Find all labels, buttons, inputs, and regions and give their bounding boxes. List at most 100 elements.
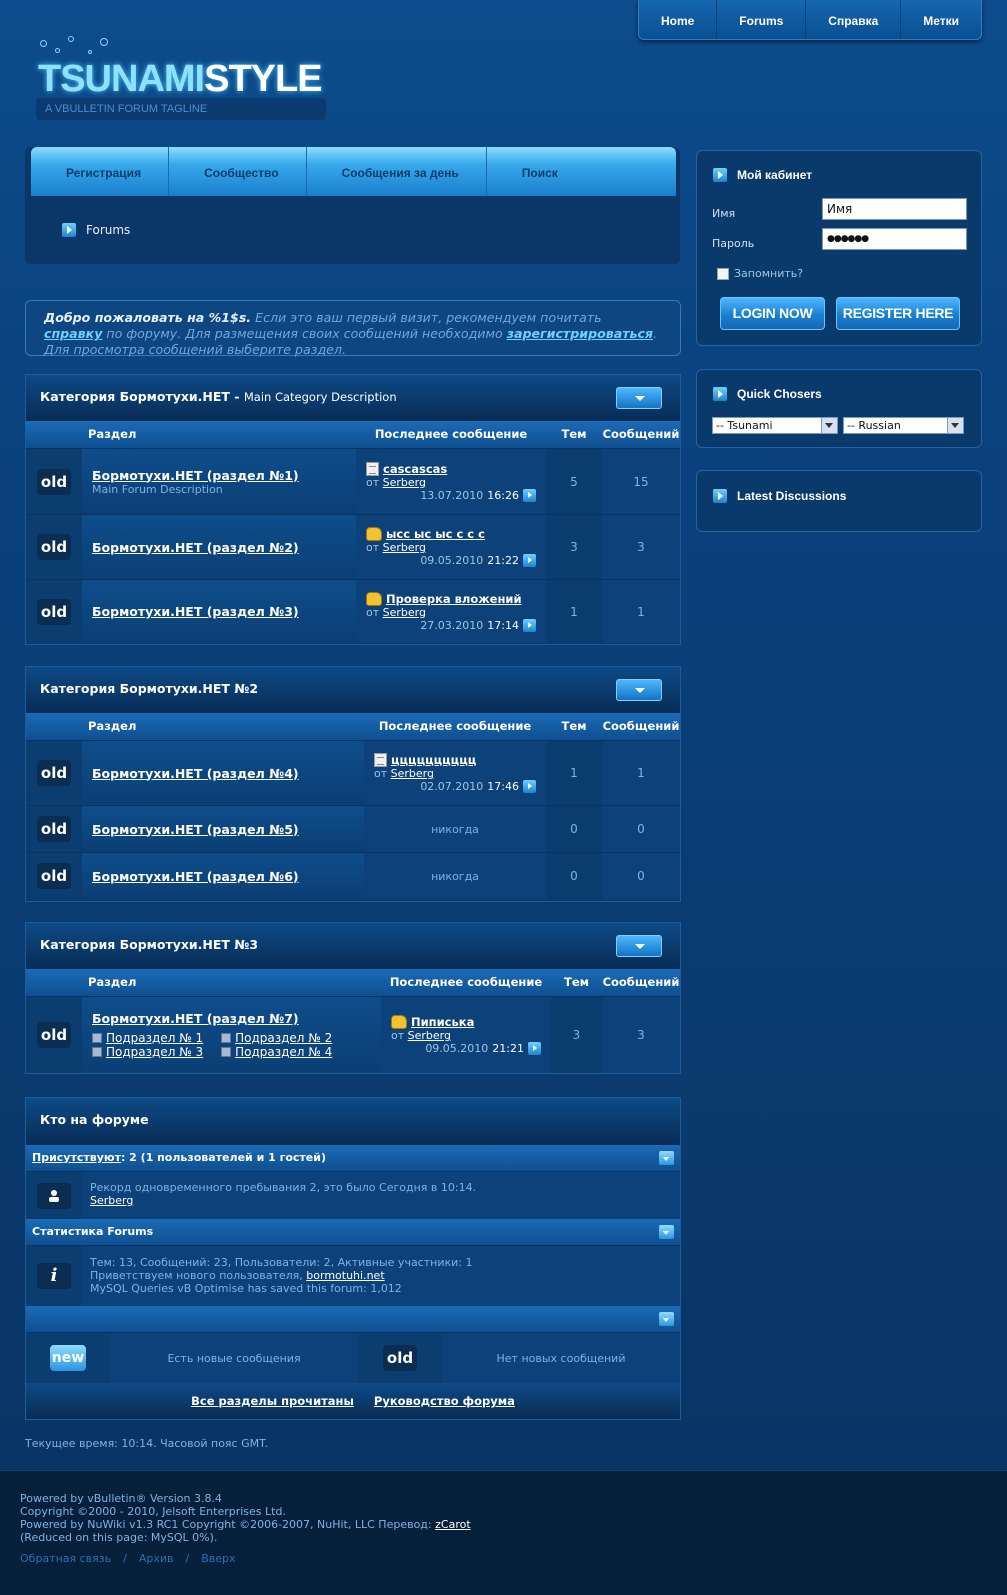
logo-bubble: [40, 40, 47, 47]
username-label: Имя: [712, 207, 736, 220]
online-record-row: Рекорд одновременного пребывания 2, это …: [26, 1171, 680, 1219]
old-posts-icon: old: [37, 1022, 71, 1048]
category-3: Категория Бормотухи.НЕТ №3 Раздел Послед…: [25, 922, 681, 1074]
col-threads: Тем: [561, 427, 587, 441]
forum-link[interactable]: Бормотухи.НЕТ (раздел №7): [92, 1011, 381, 1026]
info-icon-cell: i: [26, 1246, 82, 1306]
latest-discussions-panel: Latest Discussions: [696, 470, 982, 532]
subforum-link[interactable]: Подраздел № 2: [221, 1031, 332, 1045]
mark-all-read-link[interactable]: Все разделы прочитаны: [191, 1394, 354, 1408]
breadcrumb: Forums: [62, 223, 130, 237]
collapse-button[interactable]: [616, 935, 662, 957]
breadcrumb-forums[interactable]: Forums: [86, 223, 130, 237]
logo-part2: STYLE: [204, 58, 322, 100]
last-post-user[interactable]: Serberg: [391, 767, 434, 780]
last-post-user[interactable]: Serberg: [383, 541, 426, 554]
forum-guide-link[interactable]: Руководство форума: [374, 1394, 515, 1408]
forum-link[interactable]: Бормотухи.НЕТ (раздел №4): [92, 766, 364, 781]
archive-link[interactable]: Архив: [139, 1552, 174, 1565]
forum-link[interactable]: Бормотухи.НЕТ (раздел №1): [92, 468, 356, 483]
category-title[interactable]: Категория Бормотухи.НЕТ №3: [40, 937, 258, 952]
cabinet-title: Мой кабинет: [737, 168, 813, 182]
top-link[interactable]: Вверх: [201, 1552, 235, 1565]
old-posts-icon: old: [383, 1345, 417, 1371]
forum-link[interactable]: Бормотухи.НЕТ (раздел №6): [92, 869, 364, 884]
last-post-title[interactable]: цццццццццц: [391, 753, 476, 767]
thumbs-up-icon: [391, 1015, 407, 1029]
category-title[interactable]: Категория Бормотухи.НЕТ: [40, 389, 230, 404]
register-link[interactable]: зарегистрироваться: [507, 326, 653, 341]
topnav-home[interactable]: Home: [639, 0, 718, 39]
forum-link[interactable]: Бормотухи.НЕТ (раздел №5): [92, 822, 364, 837]
category-title[interactable]: Категория Бормотухи.НЕТ №2: [40, 681, 258, 696]
last-post-title[interactable]: Проверка вложений: [386, 592, 522, 606]
forum-link[interactable]: Бормотухи.НЕТ (раздел №2): [92, 540, 356, 555]
subforum-link[interactable]: Подраздел № 4: [221, 1045, 332, 1059]
old-posts-icon: old: [37, 468, 71, 495]
collapse-button[interactable]: [616, 387, 662, 409]
collapse-button[interactable]: [616, 679, 662, 701]
user-icon: [37, 1182, 71, 1209]
register-button[interactable]: REGISTER HERE: [836, 297, 960, 330]
nav-search[interactable]: Поиск: [487, 147, 585, 196]
go-to-post-icon[interactable]: [523, 488, 536, 502]
record-user-link[interactable]: Serberg: [90, 1194, 133, 1207]
nav-todays-posts[interactable]: Сообщения за день: [307, 147, 487, 196]
logo-bubble: [55, 48, 60, 53]
go-to-post-icon[interactable]: [523, 780, 536, 793]
last-post-date: 09.05.2010: [425, 1042, 489, 1055]
subforum-link[interactable]: Подраздел № 1: [92, 1031, 203, 1045]
style-select[interactable]: -- Tsunami: [712, 417, 838, 434]
welcome-message: Добро пожаловать на %1$s. Если это ваш п…: [25, 300, 681, 357]
last-post: cascascas от Serberg 13.07.2010 16:26: [356, 449, 546, 514]
remember-checkbox[interactable]: [717, 268, 729, 280]
language-select[interactable]: -- Russian: [843, 417, 964, 434]
forum-status: old: [26, 515, 82, 579]
stats-line-2: Приветствуем нового пользователя,: [90, 1269, 307, 1282]
topnav-forums[interactable]: Forums: [717, 0, 807, 39]
last-post: Пиписька от Serberg 09.05.2010 21:21: [381, 997, 551, 1073]
last-post-user[interactable]: Serberg: [383, 606, 426, 619]
topnav-help[interactable]: Справка: [806, 0, 902, 39]
site-logo[interactable]: TSUNAMISTYLE: [38, 58, 323, 101]
help-link[interactable]: справку: [44, 326, 102, 341]
post-count: 15: [602, 449, 680, 514]
stats-bar: Статистика Forums: [26, 1219, 680, 1245]
password-input[interactable]: ●●●●●●: [822, 228, 967, 250]
online-record: Рекорд одновременного пребывания 2, это …: [90, 1181, 477, 1194]
quick-chosers-panel: Quick Chosers -- Tsunami -- Russian: [696, 369, 982, 448]
newest-user-link[interactable]: bormotuhi.net: [306, 1269, 384, 1282]
collapse-icon[interactable]: [659, 1151, 674, 1165]
forum-link[interactable]: Бормотухи.НЕТ (раздел №3): [92, 604, 356, 619]
collapse-icon[interactable]: [659, 1312, 674, 1326]
forum-status: old: [26, 806, 82, 852]
collapse-icon[interactable]: [659, 1225, 674, 1239]
login-button[interactable]: LOGIN NOW: [720, 297, 825, 330]
style-select-value: -- Tsunami: [716, 419, 773, 432]
subforum-link[interactable]: Подраздел № 3: [92, 1045, 203, 1059]
translator-link[interactable]: zCarot: [435, 1518, 471, 1531]
password-label: Пароль: [712, 237, 755, 250]
post-count: 3: [602, 515, 680, 579]
current-time: Текущее время: 10:14. Часовой пояс GMT.: [25, 1437, 269, 1450]
nav-register[interactable]: Регистрация: [31, 147, 170, 196]
last-post: Проверка вложений от Serberg 27.03.2010 …: [356, 580, 546, 643]
last-post-title[interactable]: cascascas: [383, 462, 447, 476]
contact-link[interactable]: Обратная связь: [20, 1552, 111, 1565]
online-users-link[interactable]: Присутствуют: [32, 1151, 121, 1164]
thread-count: 3: [551, 997, 602, 1073]
username-input[interactable]: Имя: [822, 198, 967, 220]
last-post-user[interactable]: Serberg: [408, 1029, 451, 1042]
topnav-tags[interactable]: Метки: [901, 0, 981, 39]
category-title-sep: -: [229, 389, 244, 404]
go-to-post-icon[interactable]: [523, 554, 536, 567]
last-post-title[interactable]: Пиписька: [411, 1015, 474, 1029]
thread-count: 3: [546, 515, 602, 579]
subforum-list: Подраздел № 1 Подраздел № 3 Подраздел № …: [92, 1031, 381, 1059]
last-post-user[interactable]: Serberg: [383, 476, 426, 489]
go-to-post-icon[interactable]: [528, 1042, 541, 1055]
last-post-title[interactable]: ысс ыс ыс с с с: [386, 527, 485, 541]
nav-community[interactable]: Сообщество: [169, 147, 307, 196]
go-to-post-icon[interactable]: [523, 618, 536, 632]
footer-copyright: Powered by vBulletin® Version 3.8.4 Copy…: [20, 1492, 471, 1544]
